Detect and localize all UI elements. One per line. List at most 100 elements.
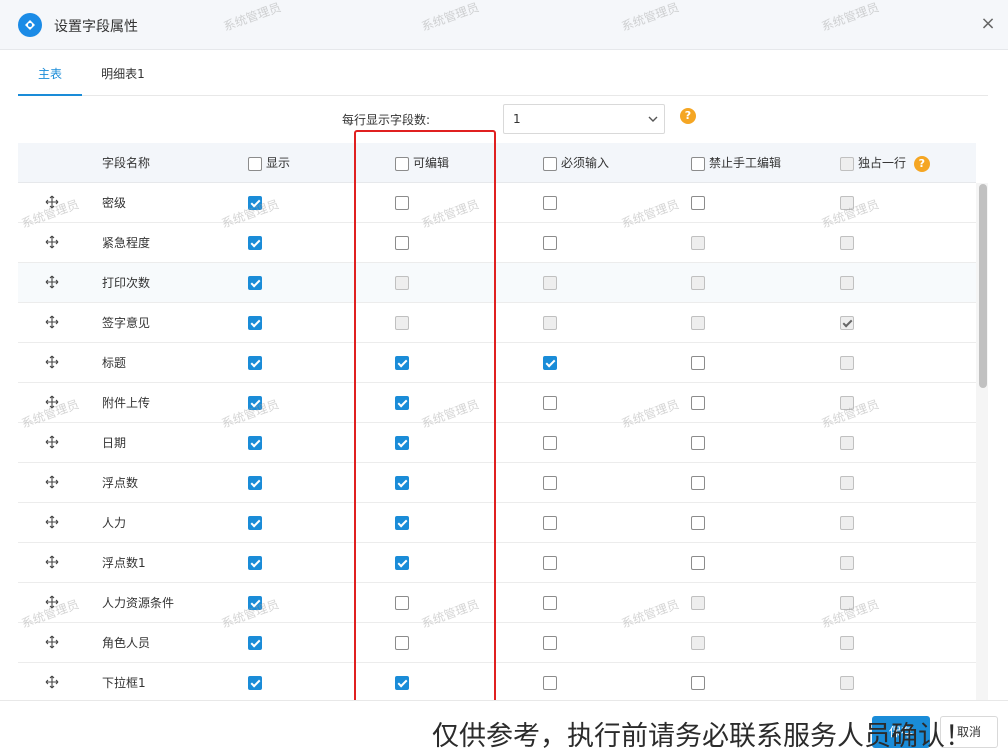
no-manual-edit-checkbox[interactable] — [691, 476, 705, 490]
exclusive-row-checkbox — [840, 636, 854, 650]
show-checkbox[interactable] — [248, 476, 262, 490]
drag-handle-icon[interactable] — [45, 635, 59, 649]
help-icon[interactable]: ? — [680, 108, 696, 124]
required-checkbox[interactable] — [543, 516, 557, 530]
required-checkbox[interactable] — [543, 596, 557, 610]
drag-handle-icon[interactable] — [45, 675, 59, 689]
drag-handle-icon[interactable] — [45, 595, 59, 609]
app-logo-icon — [18, 13, 42, 37]
table-row: 人力 — [18, 503, 976, 543]
tab-detail-table-1[interactable]: 明细表1 — [98, 56, 148, 96]
scrollbar-thumb[interactable] — [979, 184, 987, 388]
help-icon[interactable]: ? — [913, 155, 930, 172]
editable-checkbox[interactable] — [395, 596, 409, 610]
exclusive-row-checkbox — [840, 236, 854, 250]
required-checkbox[interactable] — [543, 196, 557, 210]
no-manual-edit-checkbox[interactable] — [691, 356, 705, 370]
field-name: 日期 — [102, 436, 127, 450]
dialog-header: 设置字段属性 × — [0, 0, 1008, 50]
editable-checkbox[interactable] — [395, 236, 409, 250]
no-manual-edit-all-checkbox[interactable] — [691, 156, 705, 171]
editable-checkbox[interactable] — [395, 196, 409, 210]
required-checkbox[interactable] — [543, 396, 557, 410]
show-checkbox[interactable] — [248, 556, 262, 570]
editable-checkbox[interactable] — [395, 636, 409, 650]
no-manual-edit-checkbox[interactable] — [691, 196, 705, 210]
exclusive-row-checkbox — [840, 396, 854, 410]
drag-handle-icon[interactable] — [45, 435, 59, 449]
drag-handle-icon[interactable] — [45, 355, 59, 369]
exclusive-row-checkbox — [840, 356, 854, 370]
required-all-checkbox[interactable] — [543, 156, 557, 171]
editable-all-checkbox[interactable] — [395, 156, 409, 171]
drag-handle-icon[interactable] — [45, 475, 59, 489]
field-name: 浮点数1 — [102, 556, 146, 570]
required-checkbox[interactable] — [543, 676, 557, 690]
show-checkbox[interactable] — [248, 636, 262, 650]
column-header-show: 显示 — [248, 143, 290, 183]
required-checkbox[interactable] — [543, 436, 557, 450]
chevron-down-icon — [648, 105, 658, 143]
drag-handle-icon[interactable] — [45, 315, 59, 329]
show-checkbox[interactable] — [248, 596, 262, 610]
field-name: 标题 — [102, 356, 127, 370]
show-checkbox[interactable] — [248, 356, 262, 370]
no-manual-edit-checkbox[interactable] — [691, 436, 705, 450]
required-checkbox[interactable] — [543, 636, 557, 650]
exclusive-row-checkbox — [840, 436, 854, 450]
show-all-checkbox[interactable] — [248, 156, 262, 171]
column-header-field-name: 字段名称 — [102, 156, 151, 170]
editable-checkbox[interactable] — [395, 676, 409, 690]
required-checkbox[interactable] — [543, 556, 557, 570]
no-manual-edit-checkbox[interactable] — [691, 676, 705, 690]
drag-handle-icon[interactable] — [45, 515, 59, 529]
exclusive-row-checkbox — [840, 476, 854, 490]
no-manual-edit-checkbox — [691, 596, 705, 610]
show-checkbox[interactable] — [248, 516, 262, 530]
table-row: 浮点数 — [18, 463, 976, 503]
close-icon[interactable]: × — [976, 12, 1000, 36]
show-checkbox[interactable] — [248, 436, 262, 450]
tab-main-table[interactable]: 主表 — [18, 56, 82, 96]
drag-handle-icon[interactable] — [45, 275, 59, 289]
required-checkbox — [543, 316, 557, 330]
drag-handle-icon[interactable] — [45, 195, 59, 209]
no-manual-edit-checkbox[interactable] — [691, 516, 705, 530]
drag-handle-icon[interactable] — [45, 235, 59, 249]
editable-checkbox[interactable] — [395, 516, 409, 530]
fields-per-row-label: 每行显示字段数: — [342, 113, 431, 127]
required-checkbox — [543, 276, 557, 290]
show-checkbox[interactable] — [248, 276, 262, 290]
exclusive-row-checkbox — [840, 276, 854, 290]
editable-checkbox[interactable] — [395, 396, 409, 410]
editable-checkbox[interactable] — [395, 556, 409, 570]
required-checkbox[interactable] — [543, 476, 557, 490]
exclusive-row-checkbox — [840, 676, 854, 690]
show-checkbox[interactable] — [248, 396, 262, 410]
table-row: 标题 — [18, 343, 976, 383]
column-header-exclusive-row-label: 独占一行 — [858, 156, 907, 170]
show-checkbox[interactable] — [248, 316, 262, 330]
editable-checkbox[interactable] — [395, 476, 409, 490]
no-manual-edit-checkbox — [691, 236, 705, 250]
tab-bar: 主表 明细表1 — [18, 56, 988, 96]
required-checkbox[interactable] — [543, 236, 557, 250]
editable-checkbox[interactable] — [395, 436, 409, 450]
column-header-editable-label: 可编辑 — [413, 156, 450, 170]
editable-checkbox[interactable] — [395, 356, 409, 370]
field-name: 密级 — [102, 196, 127, 210]
drag-handle-icon[interactable] — [45, 555, 59, 569]
drag-handle-icon[interactable] — [45, 395, 59, 409]
fields-per-row-select[interactable]: 1 — [503, 104, 665, 134]
show-checkbox[interactable] — [248, 676, 262, 690]
required-checkbox[interactable] — [543, 356, 557, 370]
show-checkbox[interactable] — [248, 236, 262, 250]
disclaimer-notice: 仅供参考，执行前请务必联系服务人员确认！ — [432, 721, 972, 752]
table-row: 附件上传 — [18, 383, 976, 423]
table-header: 字段名称 显示 可编辑 必须输入 禁止手工编辑 独占一行 ? — [18, 143, 976, 183]
exclusive-row-all-checkbox — [840, 156, 854, 171]
no-manual-edit-checkbox[interactable] — [691, 396, 705, 410]
no-manual-edit-checkbox[interactable] — [691, 556, 705, 570]
no-manual-edit-checkbox — [691, 276, 705, 290]
show-checkbox[interactable] — [248, 196, 262, 210]
